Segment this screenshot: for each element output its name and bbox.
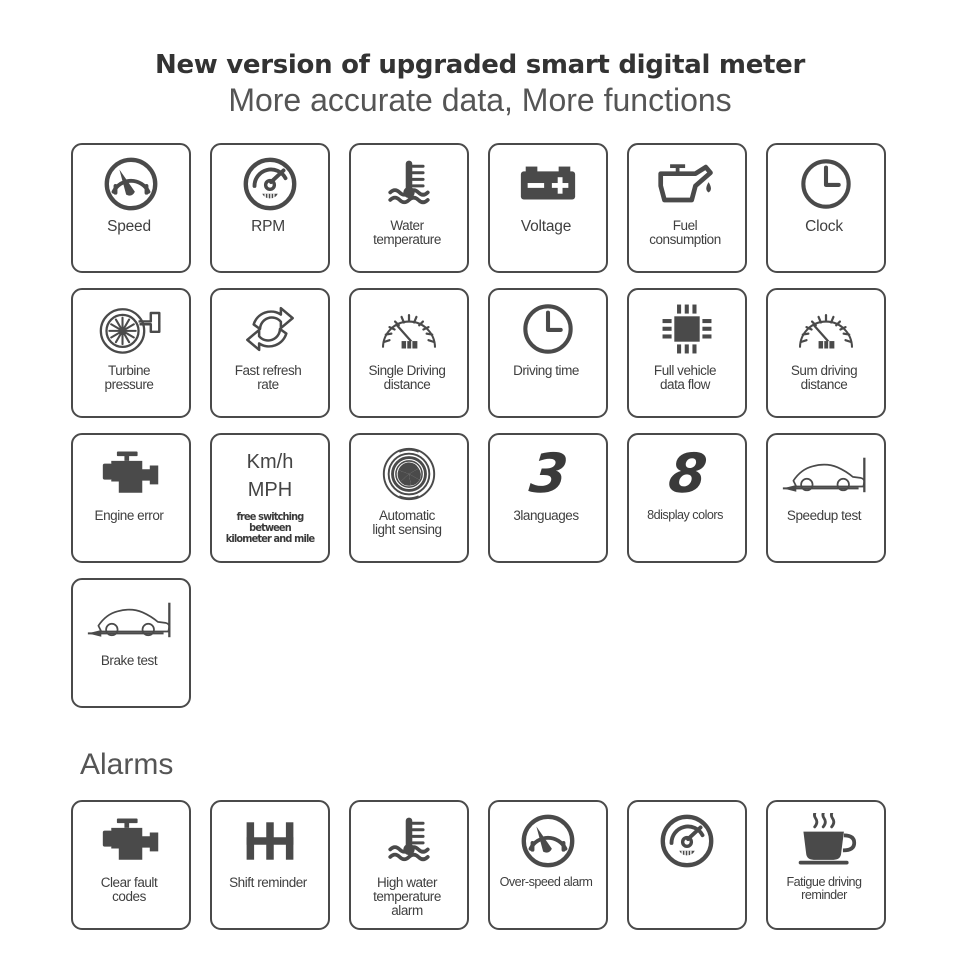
features-tile-label: Sum driving distance xyxy=(790,363,858,392)
engine-icon xyxy=(73,802,189,876)
oil-can-icon xyxy=(629,145,745,219)
alarms.items-tile-high-water-temperature-alarm[interactable]: High water temperature alarm xyxy=(349,800,469,930)
unit-secondary-label: MPH xyxy=(247,479,293,501)
alarms.items-tile-tachometer-icon[interactable] xyxy=(627,800,747,930)
speedometer-icon xyxy=(73,145,189,219)
features-tile-rpm[interactable]: RPM xyxy=(210,143,330,273)
features-tile-label: Single Driving distance xyxy=(368,363,446,392)
features-tile-label: Water temperature xyxy=(373,218,441,247)
features-tile-label: 8display colors xyxy=(647,508,723,522)
features-tile-sum-driving-distance[interactable]: Sum driving distance xyxy=(766,288,886,418)
water-temperature-icon xyxy=(351,145,467,219)
features-tile-voltage[interactable]: Voltage xyxy=(488,143,608,273)
alarms.items-tile-label: Fatigue driving reminder xyxy=(786,875,862,902)
tachometer-icon xyxy=(212,145,328,219)
features-tile-label: Turbine pressure xyxy=(104,363,154,392)
alarms.items-tile-label: Shift reminder xyxy=(229,875,307,890)
features-tile-8display-colors[interactable]: 8 8display colors xyxy=(627,433,747,563)
digit-8-icon-glyph: 8 xyxy=(665,442,709,505)
light-sensor-icon xyxy=(351,435,467,509)
odometer-icon xyxy=(351,290,467,364)
features-tile-label: Engine error xyxy=(94,508,164,523)
unit-switch-text-block: Km/h MPH free switching between kilometer … xyxy=(212,435,328,561)
features-tile-label: Fuel consumption xyxy=(649,218,721,247)
alarms.items-tile-label: Clear fault codes xyxy=(100,875,158,904)
digit-3-icon-glyph: 3 xyxy=(526,442,570,505)
features-tile-clock[interactable]: Clock xyxy=(766,143,886,273)
features-tile-label: Driving time xyxy=(513,363,579,378)
features-tile-brake-test[interactable]: Brake test xyxy=(71,578,191,708)
engine-icon xyxy=(73,435,189,509)
features-tile-label: RPM xyxy=(251,218,285,235)
features-tile-label: Fast refresh rate xyxy=(234,363,302,392)
water-temperature-icon xyxy=(351,802,467,876)
features-tile-label: Voltage xyxy=(520,218,572,235)
features-tile-label: Speed xyxy=(107,218,151,235)
chip-icon xyxy=(629,290,745,364)
features-tile-single-driving-distance[interactable]: Single Driving distance xyxy=(349,288,469,418)
turbo-icon xyxy=(73,290,189,364)
unit-switch-note: free switching between kilometer and mil… xyxy=(225,511,315,546)
car-accelerate-icon xyxy=(768,435,884,509)
battery-icon xyxy=(490,145,606,219)
alarms-grid: Clear fault codes Shift reminder High wa… xyxy=(71,800,889,930)
features-tile-turbine-pressure[interactable]: Turbine pressure xyxy=(71,288,191,418)
alarms.items-tile-over-speed-alarm[interactable]: Over-speed alarm xyxy=(488,800,608,930)
page-headings: New version of upgraded smart digital me… xyxy=(0,0,960,119)
coffee-cup-icon xyxy=(768,802,884,876)
features-tile-3languages[interactable]: 3 3languages xyxy=(488,433,608,563)
feature-grid: Speed RPM Water temperature Voltage Fuel… xyxy=(71,143,889,708)
alarms.items-tile-clear-fault-codes[interactable]: Clear fault codes xyxy=(71,800,191,930)
clock-icon xyxy=(768,145,884,219)
features-tile-full-vehicle-data-flow[interactable]: Full vehicle data flow xyxy=(627,288,747,418)
alarms.items-tile-label xyxy=(621,876,749,928)
digit-8-icon: 8 xyxy=(629,435,745,509)
unit-primary-label: Km/h xyxy=(246,451,294,473)
car-brake-icon xyxy=(73,580,189,654)
features-tile-fast-refresh-rate[interactable]: Fast refresh rate xyxy=(210,288,330,418)
clock-icon xyxy=(490,290,606,364)
features-tile-fuel-consumption[interactable]: Fuel consumption xyxy=(627,143,747,273)
features-tile-label: Automatic light sensing xyxy=(372,508,442,537)
features-tile-unit-switch-text[interactable]: Km/h MPH free switching between kilometer … xyxy=(210,433,330,563)
alarms.items-tile-label: High water temperature alarm xyxy=(373,875,441,918)
alarms.items-tile-fatigue-driving-reminder[interactable]: Fatigue driving reminder xyxy=(766,800,886,930)
odometer-icon xyxy=(768,290,884,364)
speedometer-icon xyxy=(490,802,606,876)
feature-overview-page: New version of upgraded smart digital me… xyxy=(0,0,960,960)
features-tile-driving-time[interactable]: Driving time xyxy=(488,288,608,418)
refresh-arrows-icon xyxy=(212,290,328,364)
alarms.items-tile-shift-reminder[interactable]: Shift reminder xyxy=(210,800,330,930)
features-tile-label: 3languages xyxy=(513,508,579,523)
features-tile-label: Clock xyxy=(805,218,843,235)
features-tile-water-temperature[interactable]: Water temperature xyxy=(349,143,469,273)
shift-gate-icon xyxy=(212,802,328,876)
digit-3-icon: 3 xyxy=(490,435,606,509)
features-tile-label: Full vehicle data flow xyxy=(653,363,717,392)
page-title: New version of upgraded smart digital me… xyxy=(154,50,806,80)
page-subtitle: More accurate data, More functions xyxy=(228,82,732,119)
alarms.items-tile-label: Over-speed alarm xyxy=(499,875,593,889)
alarms-heading: Alarms xyxy=(80,748,174,781)
features-tile-label: Speedup test xyxy=(786,508,862,523)
features-tile-speed[interactable]: Speed xyxy=(71,143,191,273)
features-tile-automatic-light-sensing[interactable]: Automatic light sensing xyxy=(349,433,469,563)
tachometer-icon xyxy=(629,802,745,876)
features-tile-speedup-test[interactable]: Speedup test xyxy=(766,433,886,563)
features-tile-label: Brake test xyxy=(100,653,158,668)
features-tile-engine-error[interactable]: Engine error xyxy=(71,433,191,563)
